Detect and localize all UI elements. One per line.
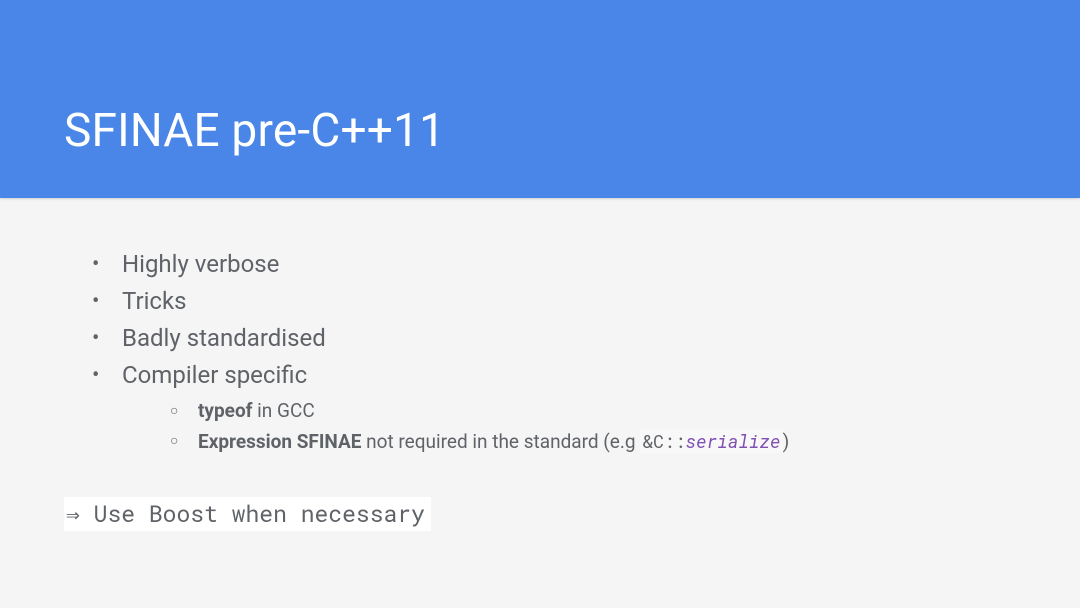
code-amp: & [642, 429, 653, 453]
arrow-icon: ⇒ [66, 499, 94, 529]
code-colons: :: [664, 429, 686, 453]
bullet-list: Highly verbose Tricks Badly standardised… [64, 246, 1016, 457]
sub-bullet-item: Expression SFINAE not required in the st… [170, 426, 1016, 457]
bullet-item: Highly verbose [92, 246, 1016, 283]
code-class: C [653, 429, 664, 453]
slide-body: Highly verbose Tricks Badly standardised… [0, 198, 1080, 531]
sub-text: in GCC [252, 399, 314, 422]
conclusion-text: Use Boost when necessary [94, 499, 425, 529]
sub-bullet-list: typeof in GCC Expression SFINAE not requ… [122, 396, 1016, 457]
sub-bold: Expression SFINAE [198, 430, 361, 453]
sub-bullet-item: typeof in GCC [170, 396, 1016, 426]
slide-title: SFINAE pre-C++11 [64, 104, 445, 158]
bullet-item: Tricks [92, 283, 1016, 320]
conclusion-line: ⇒ Use Boost when necessary [64, 497, 431, 531]
bullet-item: Badly standardised [92, 320, 1016, 357]
code-ident: serialize [686, 429, 781, 453]
sub-close: ) [783, 430, 790, 453]
slide-header: SFINAE pre-C++11 [0, 0, 1080, 198]
bullet-item: Compiler specific typeof in GCC Expressi… [92, 357, 1016, 457]
bullet-text: Compiler specific [122, 361, 307, 389]
code-snippet: &C::serialize [640, 429, 782, 453]
sub-text: not required in the standard (e.g [361, 430, 640, 453]
sub-bold: typeof [198, 399, 252, 422]
